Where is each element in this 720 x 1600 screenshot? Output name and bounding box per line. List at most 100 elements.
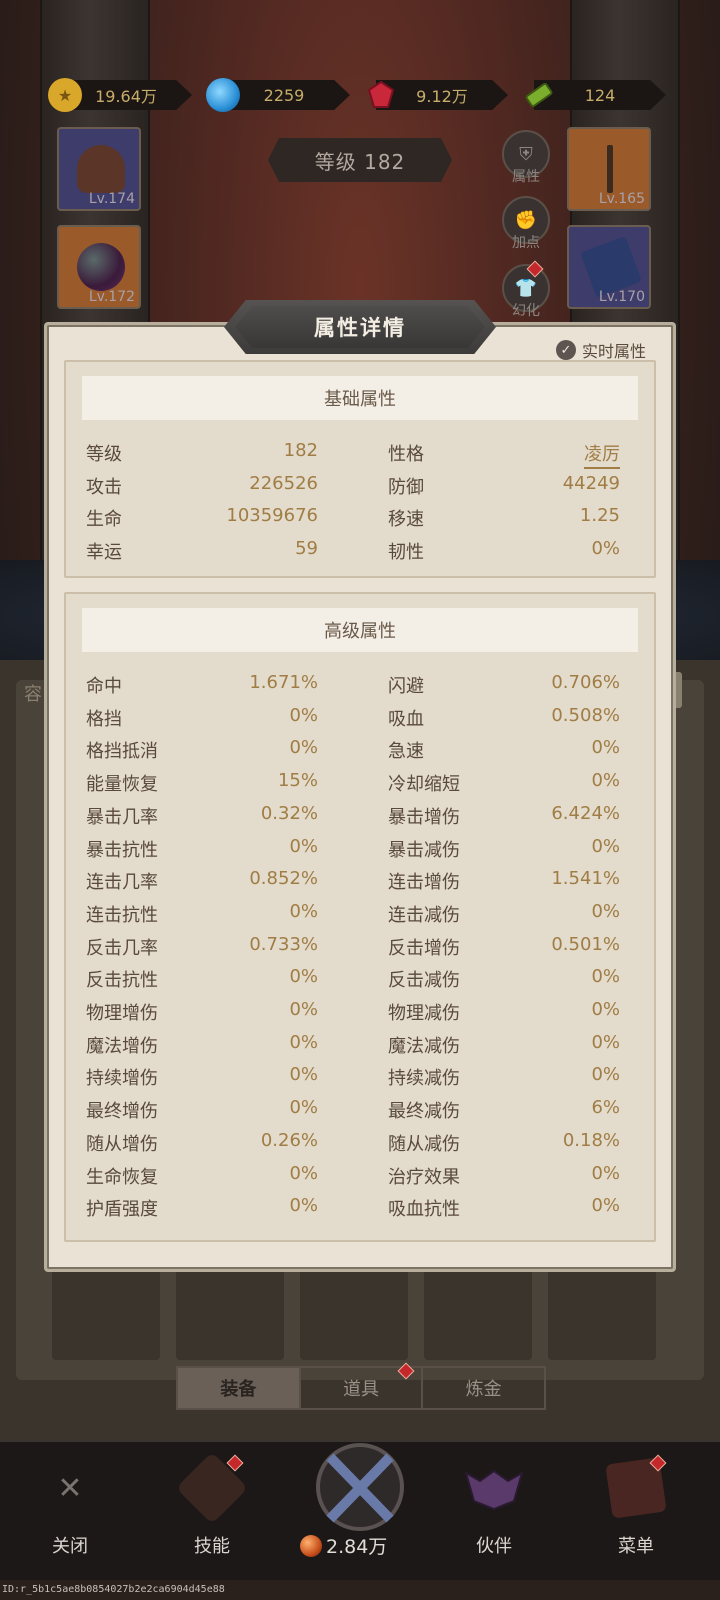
equip-level: Lv.165 [598,191,645,207]
attr-value: 6.424% [551,802,620,824]
nav-menu[interactable]: 菜单 [586,1440,686,1580]
modal-title-bar: 属性详情 [224,300,496,354]
attr-value: 0% [289,1097,318,1119]
attr-value: 10359676 [226,505,318,527]
attr-name: 等级 [86,444,122,465]
shield-icon: ⛨ [519,143,533,165]
nav-skills[interactable]: 技能 [162,1440,262,1580]
attr-name: 反击抗性 [86,970,158,992]
attr-value: 凌厉 [584,440,620,469]
attr-value: 0% [591,770,620,792]
basic-attributes-section: 基础属性 等级 182 性格 凌厉 攻击 226526 防御 44249 生命 10359676 移… [64,360,656,578]
attr-name: 连击几率 [86,872,158,894]
attr-value: 0.733% [249,933,318,955]
equip-level: Lv.174 [88,191,135,207]
attr-name: 生命恢复 [86,1166,158,1188]
equip-level: Lv.170 [598,289,645,305]
currency-blue-value: 2259 [263,85,305,105]
attribute-row: 命中 1.671% 闪避 0.706% [86,672,620,704]
attr-value: 0.852% [249,868,318,890]
attr-name: 连击增伤 [388,872,460,894]
equip-slot-orb[interactable]: Lv.172 [57,225,141,309]
attr-value: 15% [277,770,318,792]
attr-value: 0% [289,999,318,1020]
advanced-attributes-section: 高级属性 命中 1.671% 闪避 0.706% 格挡 0% 吸血 0.508% 格挡抵消 0% 急… [64,592,656,1242]
attr-name: 性格 [388,444,424,465]
attr-value: 0% [289,966,318,988]
battle-button[interactable] [298,1432,422,1542]
nav-close[interactable]: ✕ 关闭 [20,1440,120,1580]
nav-partner[interactable]: 伙伴 [444,1440,544,1580]
attribute-row: 反击抗性 0% 反击减伤 0% [86,966,620,998]
currency-gold-value: 19.64万 [95,87,157,106]
attr-value: 0.508% [551,704,620,726]
attr-value: 1.671% [249,672,318,693]
attr-value: 0% [289,704,318,726]
section-heading: 高级属性 [82,608,638,652]
attr-name: 反击减伤 [388,970,460,992]
currency-green-value: 124 [584,85,616,105]
power-orb-icon [300,1534,322,1557]
modal-title: 属性详情 [234,305,486,349]
staff-icon [607,145,613,193]
attr-name: 攻击 [86,476,122,498]
attr-value: 0% [591,737,620,759]
attr-name: 暴击抗性 [86,839,158,861]
attribute-row: 护盾强度 0% 吸血抗性 0% [86,1195,620,1227]
attribute-row: 魔法增伤 0% 魔法减伤 0% [86,1032,620,1064]
battle-power-value: 2.84万 [326,1536,388,1558]
nav-menu-label: 菜单 [618,1536,654,1557]
attr-name: 命中 [86,676,122,697]
attr-name: 连击减伤 [388,904,460,926]
bat-wings-icon [462,1456,526,1520]
attribute-row: 生命恢复 0% 治疗效果 0% [86,1163,620,1195]
footer-user-id: ID:r_5b1c5ae8b0854027b2e2ca6904d45e88 [2,1584,225,1595]
hero-level-banner: 等级 182 [268,138,452,182]
attr-name: 生命 [86,509,122,531]
attr-value: 0% [591,835,620,857]
attr-name: 暴击增伤 [388,806,460,828]
attr-name: 能量恢复 [86,774,158,796]
gold-coin-icon: ★ [48,78,82,112]
orb-icon [77,243,125,291]
attribute-row: 连击抗性 0% 连击减伤 0% [86,901,620,933]
equip-slot-staff[interactable]: Lv.165 [567,127,651,211]
attr-value: 0% [289,835,318,857]
attr-name: 随从减伤 [388,1133,460,1155]
attr-name: 最终减伤 [388,1101,460,1123]
attr-value: 0.26% [260,1129,318,1151]
attribute-row: 最终增伤 0% 最终减伤 6% [86,1097,620,1129]
attr-value: 182 [283,440,318,461]
attr-value: 0% [289,1162,318,1184]
equip-slot-hat[interactable]: Lv.174 [57,127,141,211]
attribute-row: 能量恢复 15% 冷却缩短 0% [86,770,620,802]
attr-value: 0% [289,737,318,759]
attr-value: 226526 [249,472,318,494]
crossed-swords-close-icon: ✕ [57,1470,83,1506]
tab-equipment[interactable]: 装备 [178,1368,301,1408]
nav-skills-label: 技能 [194,1536,230,1557]
attr-name: 护盾强度 [86,1199,158,1221]
attr-name: 魔法减伤 [388,1035,460,1057]
attr-name: 物理减伤 [388,1003,460,1024]
attr-value: 0% [289,1064,318,1086]
equip-slot-book[interactable]: Lv.170 [567,225,651,309]
attr-value: 0% [289,1195,318,1217]
red-gem-icon [364,78,398,112]
attribute-row: 等级 182 性格 凌厉 [86,440,620,472]
attr-name: 格挡抵消 [86,741,158,763]
attribute-row: 生命 10359676 移速 1.25 [86,505,620,537]
attr-value: 0% [591,1064,620,1086]
attr-value: 0.18% [562,1129,620,1151]
attr-value: 1.541% [551,868,620,890]
attr-value: 44249 [562,472,620,494]
realtime-attributes-toggle[interactable]: ✓ 实时属性 [556,338,646,362]
tab-alchemy[interactable]: 炼金 [423,1368,544,1408]
attr-name: 韧性 [388,542,424,564]
attr-name: 最终增伤 [86,1101,158,1123]
inventory-side-label: 容 [24,684,42,705]
attr-name: 随从增伤 [86,1133,158,1155]
nav-partner-label: 伙伴 [476,1536,512,1557]
attribute-row: 暴击抗性 0% 暴击减伤 0% [86,836,620,868]
attr-name: 连击抗性 [86,904,158,926]
